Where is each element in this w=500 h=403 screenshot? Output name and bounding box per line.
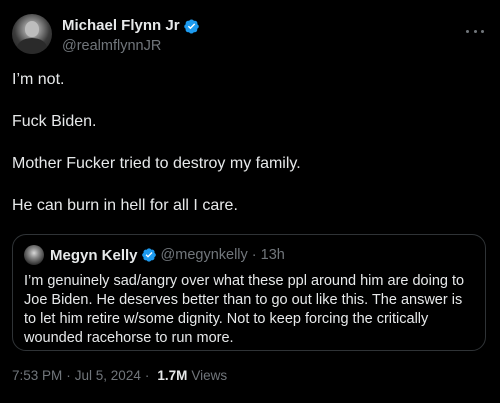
author-display-name[interactable]: Michael Flynn Jr [62, 17, 180, 35]
verified-badge-icon[interactable] [183, 18, 200, 35]
display-name-row: Michael Flynn Jr [62, 17, 200, 35]
author-names: Michael Flynn Jr @realmflynnJR [62, 17, 200, 55]
more-horizontal-icon[interactable] [466, 22, 484, 40]
tweet: Michael Flynn Jr @realmflynnJR I’m not. … [0, 0, 500, 403]
quoted-tweet-text: I’m genuinely sad/angry over what these … [24, 273, 465, 346]
author-handle[interactable]: @realmflynnJR [62, 37, 200, 55]
more-dot [473, 29, 477, 33]
tweet-header: Michael Flynn Jr @realmflynnJR [12, 14, 488, 58]
quoted-timestamp: 13h [260, 247, 285, 263]
quoted-avatar [24, 245, 44, 265]
avatar-shoulders [17, 38, 47, 54]
verified-badge-icon [141, 248, 156, 262]
tweet-date[interactable]: Jul 5, 2024 [75, 368, 141, 383]
tweet-time[interactable]: 7:53 PM [12, 368, 62, 383]
quoted-display-name: Megyn Kelly [50, 246, 138, 264]
tweet-line: I’m not. [12, 71, 65, 88]
tweet-meta: 7:53 PM · Jul 5, 2024 · 1.7M Views [12, 368, 227, 383]
meta-separator: · [66, 368, 71, 383]
more-dot [466, 29, 469, 33]
meta-separator: · [144, 368, 150, 383]
avatar-head [25, 21, 39, 37]
tweet-line: Mother Fucker tried to destroy my family… [12, 155, 301, 172]
quoted-handle: @megynkelly [160, 247, 248, 263]
more-dot [481, 29, 484, 33]
avatar[interactable] [12, 14, 52, 54]
quoted-tweet-header: Megyn Kelly @megynkelly · 13h [24, 245, 285, 265]
views-label: Views [191, 368, 228, 383]
tweet-line: He can burn in hell for all I care. [12, 197, 238, 214]
views-count: 1.7M [157, 368, 188, 383]
quoted-separator: · [251, 247, 257, 263]
tweet-line: Fuck Biden. [12, 113, 97, 130]
tweet-text: I’m not. Fuck Biden. Mother Fucker tried… [12, 70, 488, 238]
quoted-tweet[interactable]: Megyn Kelly @megynkelly · 13h I’m genuin… [12, 234, 486, 351]
